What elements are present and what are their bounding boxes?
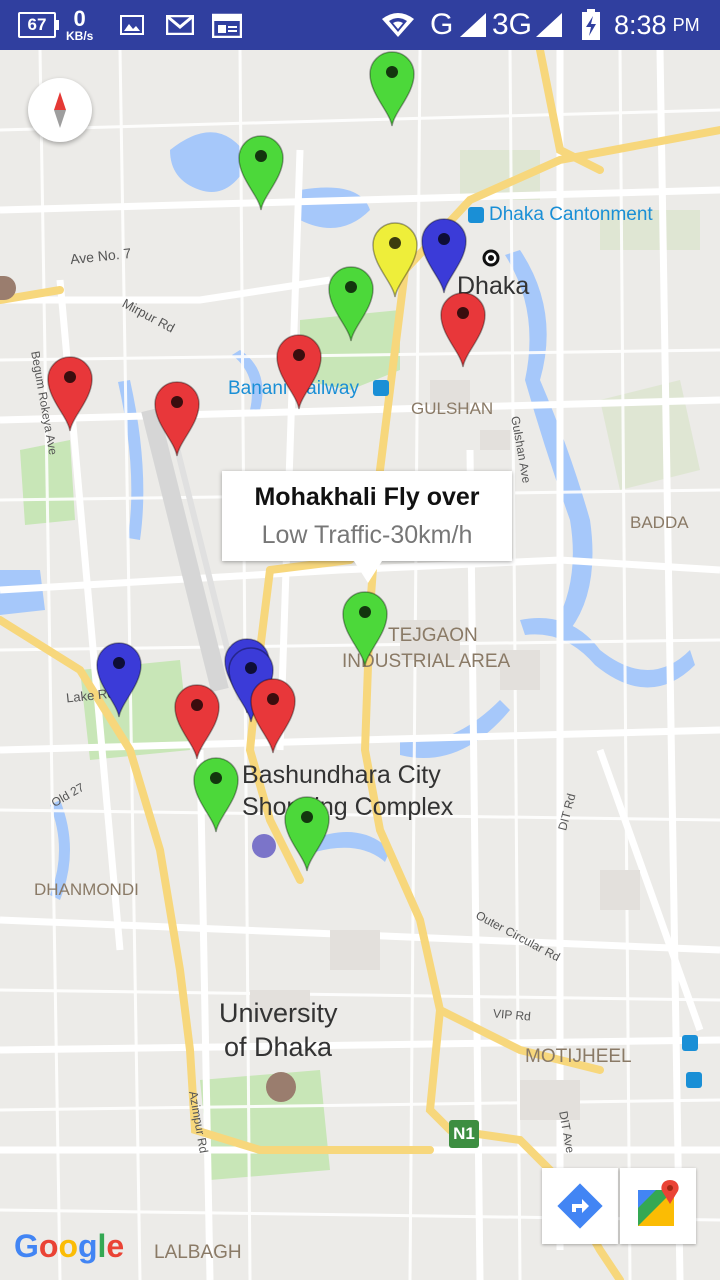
charging-battery-icon [580,0,602,50]
info-window-tail [354,561,382,583]
label-tejgaon: TEJGAON [388,625,478,646]
gmail-icon [166,0,194,50]
marker-red[interactable] [173,683,221,761]
label-bashundhara-2: Shopping Complex [242,793,454,821]
net-speed: 0 KB/s [66,0,93,50]
transit-station-icon [686,1072,702,1088]
railway-station-icon [373,380,389,396]
label-badda: BADDA [630,513,689,532]
university-poi-icon [266,1072,296,1102]
label-gulshan: GULSHAN [411,399,494,418]
map-view[interactable]: N1 Dhaka Cantonment Dhaka Ave No. 7 Mirp… [0,50,720,1280]
label-university-1: University [219,998,338,1028]
marker-red[interactable] [439,291,487,369]
transit-station-icon [682,1035,698,1051]
signal-icon [458,0,488,50]
clock-time: 8:38 [614,9,667,40]
label-university-2: of Dhaka [224,1032,333,1062]
marker-info-window[interactable]: Mohakhali Fly over Low Traffic-30km/h [222,471,512,583]
directions-icon [557,1183,603,1229]
clock-ampm: PM [672,14,700,35]
marker-green[interactable] [368,50,416,128]
battery-percent-text: 67 [18,12,56,38]
marker-green[interactable] [237,134,285,212]
marker-blue[interactable] [420,217,468,295]
label-lalbagh: LALBAGH [154,1242,242,1263]
label-motijheel: MOTIJHEEL [525,1046,632,1067]
marker-green-selected[interactable] [341,590,389,668]
marker-blue[interactable] [95,641,143,719]
highway-shield-n1: N1 [449,1120,479,1148]
network-type: G [430,8,454,41]
transit-station-icon [468,207,484,223]
label-dhanmondi: DHANMONDI [34,880,139,899]
marker-red[interactable] [275,333,323,411]
info-window-title: Mohakhali Fly over [254,483,480,511]
net-speed-value: 0 [73,6,86,31]
battery-percent-icon: 67 [18,0,59,50]
net-speed-unit: KB/s [66,29,94,43]
google-maps-icon [638,1180,679,1226]
marker-green[interactable] [283,795,331,873]
google-attribution-logo: Google [14,1228,125,1264]
wifi-hotspot-icon [380,0,416,50]
marker-red[interactable] [46,355,94,433]
status-bar: 67 0 KB/s G 3G 8:38 PM [0,0,720,50]
info-window-snippet: Low Traffic-30km/h [261,521,473,549]
image-notification-icon [120,0,144,50]
marker-red[interactable] [249,677,297,755]
marker-yellow[interactable] [371,221,419,299]
signal-3g-icon [534,0,564,50]
directions-button[interactable] [542,1168,618,1244]
shopping-poi-icon [252,834,276,858]
open-google-maps-button[interactable] [620,1168,696,1244]
label-dhaka-cantonment: Dhaka Cantonment [489,204,653,225]
marker-red[interactable] [153,380,201,458]
marker-green[interactable] [327,265,375,343]
compass-icon [54,92,66,128]
calendar-notification-icon [212,0,242,50]
marker-green[interactable] [192,756,240,834]
label-bashundhara-1: Bashundhara City [242,761,441,789]
compass-button[interactable] [28,78,92,142]
network-type-3g: 3G [492,8,533,41]
clock: 8:38 PM [614,0,700,50]
